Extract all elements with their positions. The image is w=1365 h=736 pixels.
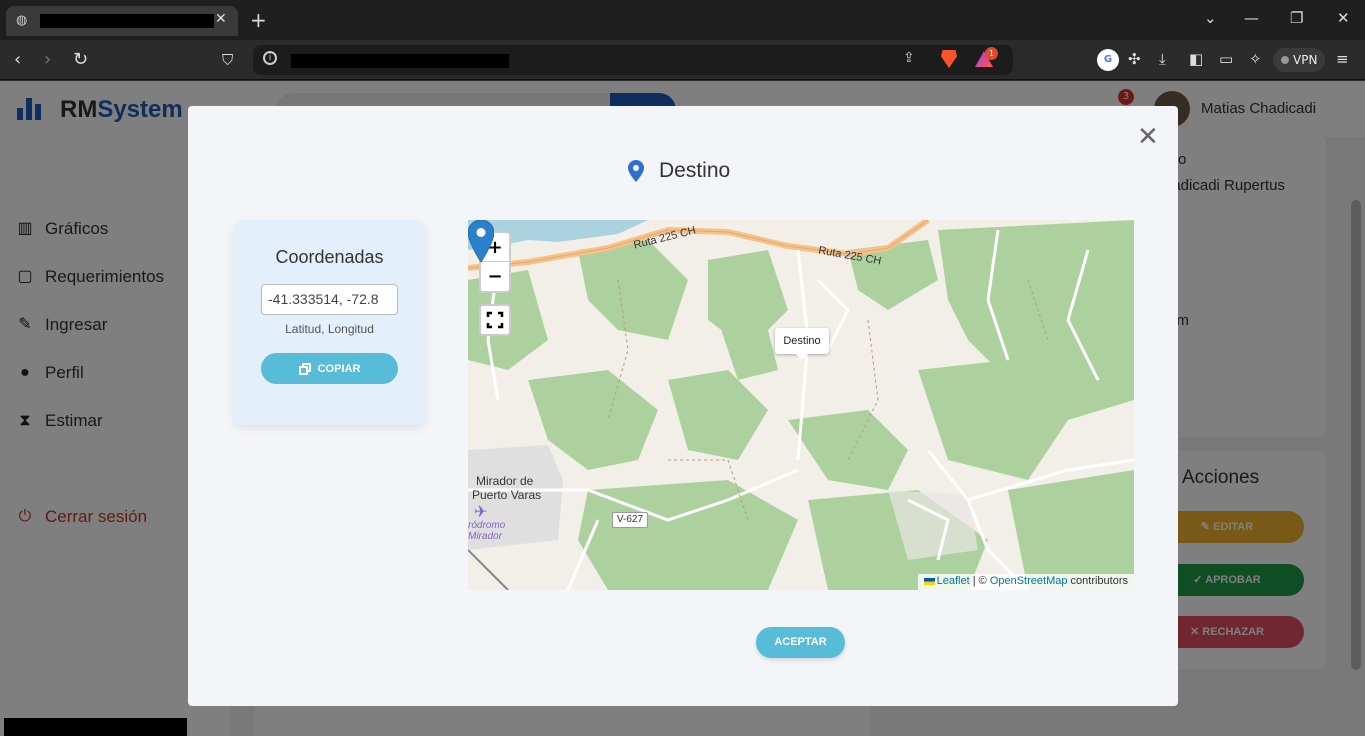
osm-link[interactable]: OpenStreetMap xyxy=(990,575,1068,587)
forward-icon[interactable]: › xyxy=(44,49,51,70)
sidebar-toggle-icon[interactable]: ◧ xyxy=(1189,50,1203,68)
close-tab-icon[interactable]: ✕ xyxy=(215,11,227,27)
map-tiles xyxy=(468,220,1134,590)
back-icon[interactable]: ‹ xyxy=(14,49,21,70)
ukraine-flag-icon xyxy=(923,577,935,585)
attribution-separator: | © xyxy=(969,575,990,587)
accept-button[interactable]: ACEPTAR xyxy=(756,627,845,658)
modal-title: Destino xyxy=(659,159,731,182)
zoom-out-button[interactable]: − xyxy=(481,262,509,291)
browser-address-bar: ‹ › ↻ ⛉ i ⇪ 1 ✣ ⤓ ◧ ▭ ✧ ≡ xyxy=(0,40,1365,80)
leo-ai-icon[interactable]: ✧ xyxy=(1249,50,1262,68)
new-tab-icon[interactable]: + xyxy=(250,8,267,32)
browser-tab[interactable]: ◍ ✕ xyxy=(6,6,238,36)
destination-modal: ✕ Destino Coordenadas -41.333514, -72.8 … xyxy=(188,106,1178,706)
extensions-icon[interactable]: ✣ xyxy=(1128,50,1141,68)
route-shield: V-627 xyxy=(612,512,648,528)
fullscreen-button[interactable] xyxy=(479,304,511,336)
redacted-url xyxy=(291,54,509,68)
vpn-button[interactable]: VPN xyxy=(1273,48,1325,72)
brave-shields-icon[interactable] xyxy=(941,50,957,68)
map-marker-icon[interactable] xyxy=(468,220,494,262)
airfield-label: Mirador xyxy=(468,531,502,542)
coordinates-card: Coordenadas -41.333514, -72.8 Latitud, L… xyxy=(233,220,426,425)
coordinates-field[interactable]: -41.333514, -72.8 xyxy=(261,284,398,315)
url-field[interactable]: i ⇪ 1 xyxy=(253,45,1013,75)
google-translate-icon[interactable]: G xyxy=(1097,49,1119,71)
modal-header: Destino xyxy=(628,159,730,183)
copy-icon xyxy=(298,362,311,375)
close-icon[interactable]: ✕ xyxy=(1137,124,1159,150)
restore-icon[interactable]: ❐ xyxy=(1290,9,1303,27)
site-info-icon[interactable]: i xyxy=(263,51,277,65)
airport-icon: ✈ xyxy=(474,504,488,521)
coordinates-hint: Latitud, Longitud xyxy=(285,322,374,336)
share-icon[interactable]: ⇪ xyxy=(903,50,915,66)
reload-icon[interactable]: ↻ xyxy=(73,49,88,70)
copy-button[interactable]: COPIAR xyxy=(261,353,398,384)
tab-search-icon[interactable]: ⌄ xyxy=(1204,9,1217,27)
leaflet-link[interactable]: Leaflet xyxy=(937,575,970,587)
fullscreen-icon xyxy=(486,311,504,329)
download-icon[interactable]: ⤓ xyxy=(1159,50,1166,68)
place-label: Puerto Varas xyxy=(472,488,542,502)
map-view[interactable]: + − Ruta 225 CH Ruta 225 CH Mirador de P… xyxy=(468,220,1134,590)
map-pin-icon xyxy=(628,160,644,182)
redacted-tab-title xyxy=(40,14,214,28)
browser-tab-bar: ◍ ✕ + ⌄ — ❐ ✕ xyxy=(0,0,1365,40)
redacted-region xyxy=(4,718,187,736)
rewards-badge: 1 xyxy=(985,47,998,60)
bookmark-icon[interactable]: ⛉ xyxy=(222,51,233,69)
globe-icon: ◍ xyxy=(16,13,28,28)
vpn-label: VPN xyxy=(1293,53,1318,67)
minimize-icon[interactable]: — xyxy=(1244,9,1259,27)
map-attribution: Leaflet | © OpenStreetMap contributors xyxy=(917,574,1134,590)
copy-label: COPIAR xyxy=(317,362,361,375)
menu-icon[interactable]: ≡ xyxy=(1336,50,1349,68)
wallet-icon[interactable]: ▭ xyxy=(1219,50,1233,68)
vpn-status-icon xyxy=(1281,56,1289,64)
coordinates-title: Coordenadas xyxy=(275,247,384,267)
attribution-contributors: contributors xyxy=(1067,575,1128,587)
marker-tooltip: Destino xyxy=(775,328,829,360)
close-window-icon[interactable]: ✕ xyxy=(1337,9,1350,27)
place-label: Mirador de xyxy=(476,474,534,488)
